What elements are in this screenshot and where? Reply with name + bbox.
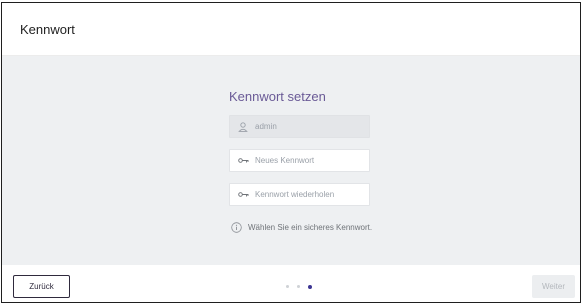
step-indicator xyxy=(286,284,312,289)
user-icon xyxy=(233,116,253,137)
username-field xyxy=(229,115,370,138)
repeat-password-field[interactable] xyxy=(229,183,370,206)
page-title: Kennwort xyxy=(20,22,75,37)
key-icon xyxy=(233,150,253,171)
hint-text: Wählen Sie ein sicheres Kennwort. xyxy=(248,223,373,232)
repeat-password-input[interactable] xyxy=(253,190,367,199)
step-dot xyxy=(286,285,289,288)
step-dot-active xyxy=(308,284,312,289)
header: Kennwort xyxy=(2,3,580,56)
new-password-input[interactable] xyxy=(253,156,367,165)
main-content: Kennwort setzen admin Wählen Sie ein sic… xyxy=(2,56,580,265)
form-title: Kennwort setzen xyxy=(229,89,326,104)
step-dot xyxy=(297,285,300,288)
next-button[interactable]: Weiter xyxy=(532,275,575,298)
key-icon xyxy=(233,184,253,205)
footer: Zurück Weiter xyxy=(2,265,580,302)
new-password-field[interactable] xyxy=(229,149,370,172)
username-input xyxy=(253,122,367,131)
back-button[interactable]: Zurück xyxy=(13,275,70,298)
info-icon xyxy=(231,222,242,233)
setup-dialog: Kennwort Kennwort setzen admin Wählen Si… xyxy=(1,2,581,303)
password-hint: Wählen Sie ein sicheres Kennwort. xyxy=(231,222,372,233)
